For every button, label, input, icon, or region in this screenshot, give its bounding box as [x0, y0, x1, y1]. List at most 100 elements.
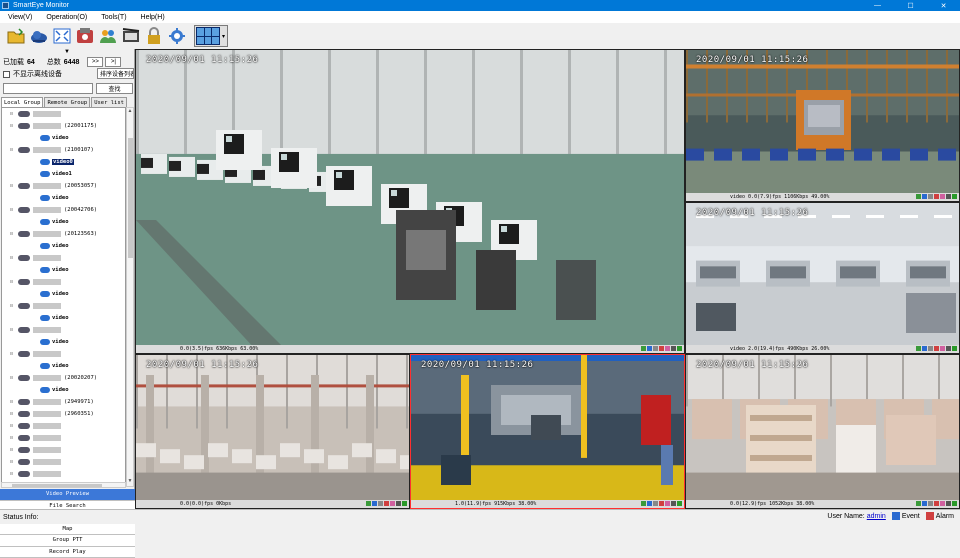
nav-item[interactable]: Group PTT [0, 535, 135, 547]
lock-button[interactable] [144, 26, 164, 46]
record-icon[interactable] [647, 501, 652, 506]
audio-icon[interactable] [928, 346, 933, 351]
tree-video-row[interactable]: video [2, 216, 125, 228]
tree-device-row[interactable]: ⊟(20020207) [2, 372, 125, 384]
user-group-button[interactable] [98, 26, 118, 46]
tree-device-row[interactable]: ⊟ [2, 444, 125, 456]
talk-icon[interactable] [659, 501, 664, 506]
video-tile[interactable]: 2020/09/01 11:15:260.0(3.5)fps 636Kbps 6… [135, 49, 685, 354]
tree-device-row[interactable]: ⊟(20042706) [2, 204, 125, 216]
expand-icon[interactable]: ⊟ [10, 279, 16, 285]
menu-tools[interactable]: Tools(T) [101, 14, 126, 21]
hscrollbar-thumb[interactable] [12, 484, 102, 487]
expand-icon[interactable]: ⊟ [10, 399, 16, 405]
tree-hscrollbar[interactable] [1, 482, 126, 488]
nav-item[interactable]: Map [0, 524, 135, 536]
minimize-button[interactable]: — [861, 0, 894, 11]
tab-local-group[interactable]: Local Group [1, 97, 43, 107]
scroll-down-icon[interactable]: ▼ [127, 478, 133, 486]
ptz-icon[interactable] [390, 501, 395, 506]
expand-icon[interactable]: ⊟ [10, 303, 16, 309]
tree-device-row[interactable]: ⊟ [2, 468, 125, 480]
fullscreen-button[interactable] [52, 26, 72, 46]
collapse-arrow-icon[interactable]: ▼ [64, 49, 70, 55]
tree-video-row[interactable]: video1 [2, 168, 125, 180]
ptz-icon[interactable] [940, 346, 945, 351]
tab-remote-group[interactable]: Remote Group [44, 97, 90, 107]
audio-icon[interactable] [653, 501, 658, 506]
nav-item[interactable]: Video Preview [0, 489, 135, 501]
nav-item[interactable]: Record Play [0, 547, 135, 558]
tree-device-row[interactable]: ⊟ [2, 300, 125, 312]
video-tile[interactable]: 2020/09/01 11:15:260.0(0.0)fps 0Kbps [135, 354, 410, 509]
expand-icon[interactable]: ⊟ [10, 255, 16, 261]
expand-icon[interactable]: ⊟ [10, 435, 16, 441]
alarm-icon[interactable] [926, 512, 934, 520]
snapshot-icon[interactable] [641, 346, 646, 351]
close-video-icon[interactable] [946, 194, 951, 199]
talk-icon[interactable] [384, 501, 389, 506]
tree-device-row[interactable]: ⊟ [2, 276, 125, 288]
snapshot-icon[interactable] [366, 501, 371, 506]
search-button[interactable]: 查找 [96, 83, 133, 94]
scrollbar-thumb[interactable] [128, 138, 133, 258]
snapshot-icon[interactable] [916, 346, 921, 351]
menu-operation[interactable]: Operation(O) [46, 14, 87, 21]
ptz-icon[interactable] [665, 501, 670, 506]
talk-icon[interactable] [934, 346, 939, 351]
film-button[interactable] [121, 26, 141, 46]
maximize-button[interactable]: ☐ [894, 0, 927, 11]
video-tile[interactable]: 2020/09/01 11:15:26video 2.0(19.4)fps 49… [685, 202, 960, 354]
talk-icon[interactable] [659, 346, 664, 351]
video-tile[interactable]: 2020/09/01 11:15:260.0(12.9)fps 1052Kbps… [685, 354, 960, 509]
expand-icon[interactable]: ⊟ [10, 471, 16, 477]
record-icon[interactable] [647, 346, 652, 351]
tree-device-row[interactable]: ⊟(2949971) [2, 396, 125, 408]
expand-icon[interactable]: ⊟ [10, 351, 16, 357]
expand-icon[interactable]: ⊟ [10, 375, 16, 381]
snapshot-icon[interactable] [916, 501, 921, 506]
expand-icon[interactable]: ⊟ [10, 231, 16, 237]
record-icon[interactable] [922, 501, 927, 506]
device-search-input[interactable] [3, 83, 93, 94]
snapshot-icon[interactable] [641, 501, 646, 506]
tree-device-row[interactable]: ⊟(20053057) [2, 180, 125, 192]
snapshot-icon[interactable] [916, 194, 921, 199]
tree-video-row[interactable]: video0 [2, 156, 125, 168]
settings-button[interactable] [167, 26, 187, 46]
tree-device-row[interactable]: ⊟(2960351) [2, 408, 125, 420]
tree-device-row[interactable]: ⊟(20123563) [2, 228, 125, 240]
event-label[interactable]: Event [902, 513, 920, 520]
close-video-icon[interactable] [396, 501, 401, 506]
expand-icon[interactable]: ⊟ [10, 147, 16, 153]
audio-icon[interactable] [378, 501, 383, 506]
tree-scrollbar[interactable]: ▲ ▼ [126, 107, 134, 487]
tree-video-row[interactable]: video [2, 288, 125, 300]
tree-video-row[interactable]: video [2, 336, 125, 348]
tree-device-row[interactable]: ⊟ [2, 252, 125, 264]
event-icon[interactable] [892, 512, 900, 520]
expand-icon[interactable]: ⊟ [10, 447, 16, 453]
tree-device-row[interactable]: ⊟ [2, 324, 125, 336]
video-tile[interactable]: 2020/09/01 11:15:261.0(11.9)fps 915Kbps … [410, 354, 685, 509]
tab-user-list[interactable]: User list [91, 97, 127, 107]
talk-icon[interactable] [934, 194, 939, 199]
talk-icon[interactable] [934, 501, 939, 506]
next-page-button[interactable]: >> [87, 57, 103, 67]
layout-select[interactable]: ▾ [194, 25, 228, 47]
checkbox-box[interactable] [3, 71, 10, 78]
tree-video-row[interactable]: video [2, 192, 125, 204]
record-icon[interactable] [922, 194, 927, 199]
video-tile[interactable]: 2020/09/01 11:15:26video 0.0(7.9)fps 110… [685, 49, 960, 202]
tree-video-row[interactable]: video [2, 240, 125, 252]
tree-device-row[interactable]: ⊟ [2, 348, 125, 360]
expand-icon[interactable]: ⊟ [10, 123, 16, 129]
sort-device-button[interactable]: 排序设备列表 [97, 68, 134, 79]
expand-icon[interactable]: ⊟ [10, 327, 16, 333]
menu-help[interactable]: Help(H) [141, 14, 165, 21]
tree-device-row[interactable]: ⊟(2100107) [2, 144, 125, 156]
expand-icon[interactable]: ⊟ [10, 207, 16, 213]
close-button[interactable]: ✕ [927, 0, 960, 11]
tree-video-row[interactable]: video [2, 312, 125, 324]
scroll-up-icon[interactable]: ▲ [127, 108, 133, 116]
